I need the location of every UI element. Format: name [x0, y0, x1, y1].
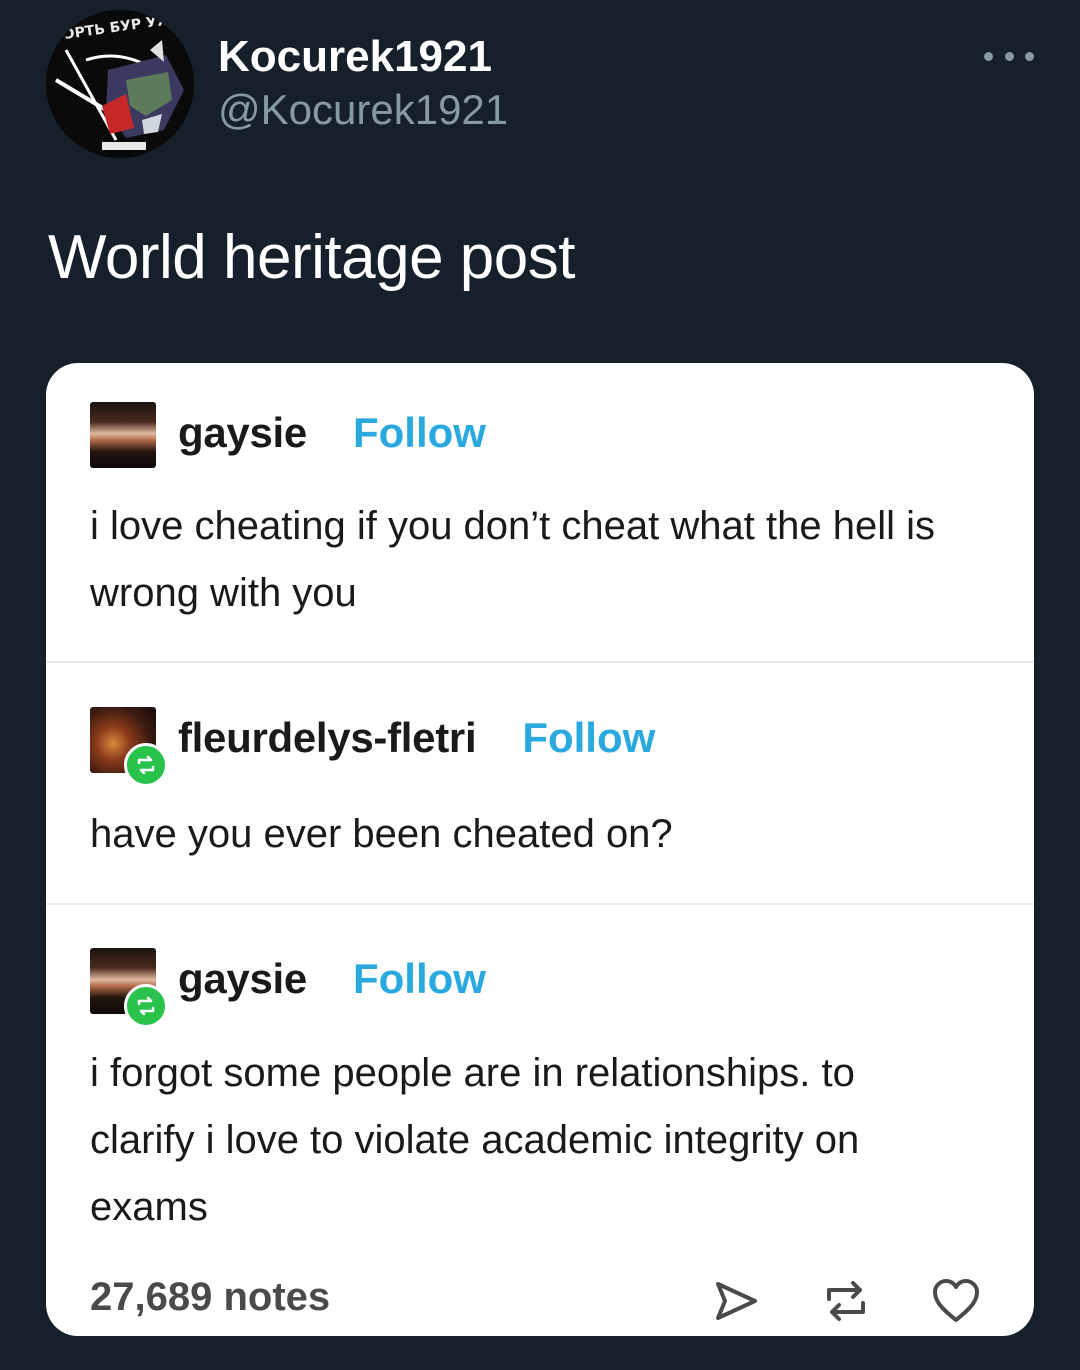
tweet-header: ꓛꓑꓔЬ БУР УЯМЬ Kocurek1921 @Kocurek1921	[46, 10, 1046, 160]
notes-count[interactable]: 27,689 notes	[90, 1275, 330, 1320]
more-dot	[984, 51, 993, 61]
blog-name[interactable]: gaysie	[178, 955, 307, 1003]
blog-avatar[interactable]	[90, 402, 156, 468]
blog-name[interactable]: fleurdelys-fletri	[178, 714, 477, 762]
like-icon[interactable]	[930, 1275, 982, 1327]
more-dot	[1025, 51, 1034, 61]
tumblr-post: gaysie Follow i forgot some people are i…	[46, 905, 1034, 1334]
follow-button[interactable]: Follow	[522, 714, 655, 762]
blog-header: gaysie Follow	[178, 955, 486, 1003]
tumblr-post: gaysie Follow i love cheating if you don…	[46, 363, 1034, 663]
tumblr-post: fleurdelys-fletri Follow have you ever b…	[46, 663, 1034, 905]
user-handle[interactable]: @Kocurek1921	[218, 86, 508, 134]
share-icon[interactable]	[710, 1275, 762, 1327]
post-body: i forgot some people are in relationship…	[90, 1051, 860, 1229]
blog-name[interactable]: gaysie	[178, 409, 307, 457]
reblog-badge-icon	[124, 984, 168, 1028]
tumblr-screenshot-card: gaysie Follow i love cheating if you don…	[46, 363, 1034, 1336]
tweet-text: World heritage post	[48, 223, 575, 292]
more-icon[interactable]	[984, 42, 1034, 70]
post-body: have you ever been cheated on?	[90, 812, 673, 856]
post-body: i love cheating if you don’t cheat what …	[90, 504, 935, 615]
blog-header: fleurdelys-fletri Follow	[178, 714, 655, 762]
follow-button[interactable]: Follow	[353, 955, 486, 1003]
follow-button[interactable]: Follow	[353, 409, 486, 457]
reblog-badge-icon	[124, 743, 168, 787]
display-name[interactable]: Kocurek1921	[218, 32, 492, 82]
user-avatar[interactable]: ꓛꓑꓔЬ БУР УЯМЬ	[46, 10, 194, 158]
more-dot	[1004, 51, 1014, 61]
blog-header: gaysie Follow	[178, 409, 486, 457]
reblog-icon[interactable]	[820, 1275, 872, 1327]
